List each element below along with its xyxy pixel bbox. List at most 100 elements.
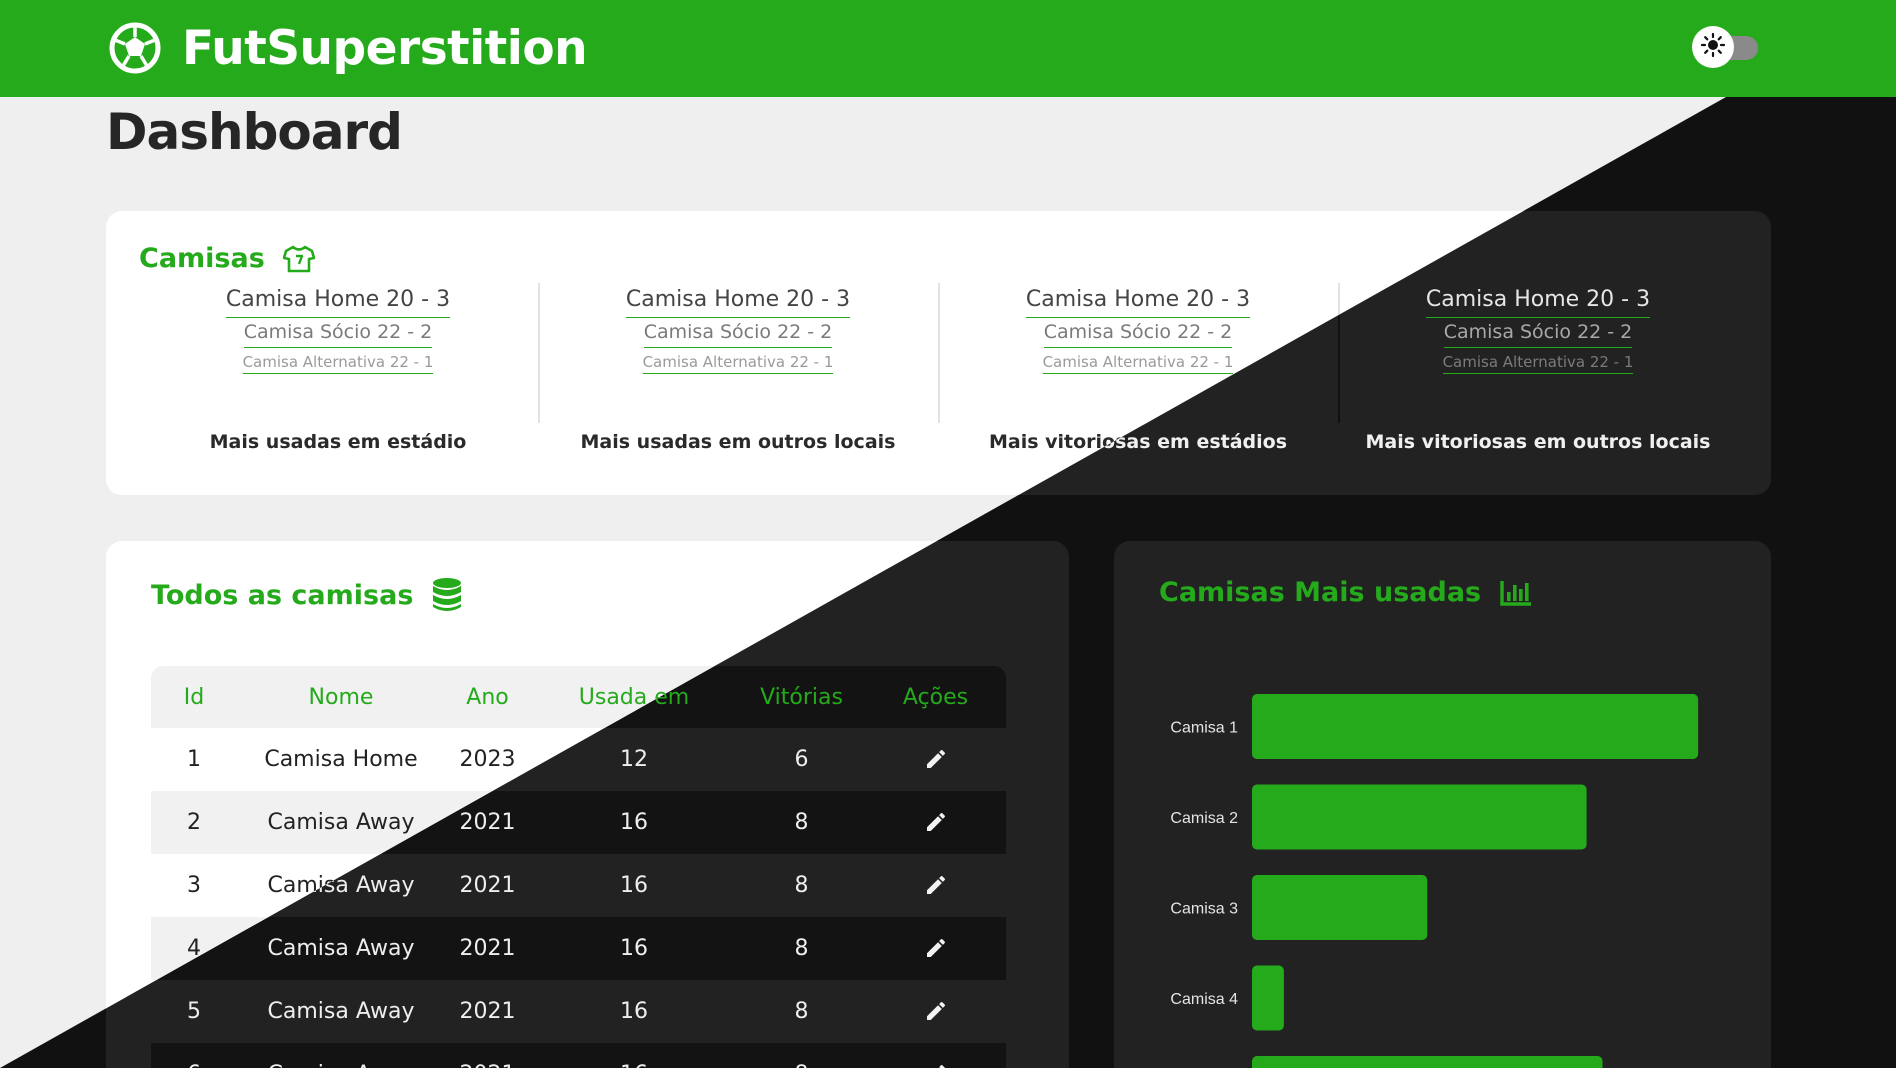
rank-first[interactable]: Camisa Home 20 - 3 [138, 283, 538, 318]
cell-vitorias: 8 [738, 791, 865, 854]
cell-vitorias: 8 [794, 873, 809, 898]
pencil-icon[interactable] [919, 994, 953, 1028]
rank-second[interactable]: Camisa Sócio 22 - 2 [138, 318, 538, 348]
cell-nome: Camisa Away [237, 1043, 445, 1068]
rank-second[interactable]: Camisa Sócio 22 - 2 [1338, 318, 1726, 348]
chart-bar[interactable] [1252, 784, 1587, 850]
pencil-icon[interactable] [919, 931, 953, 965]
most-used-chart-card: Camisas Mais usadas Camisa 1 Camisa 2 Cami… [1114, 541, 1771, 1068]
cell-id: 5 [187, 999, 201, 1024]
rank-first[interactable]: Camisa Home 20 - 3 [1338, 283, 1726, 318]
rank-second[interactable]: Camisa Sócio 22 - 2 [1338, 318, 1738, 348]
chart-bar[interactable] [1252, 875, 1428, 940]
column-header-vitorias[interactable]: Vitórias [738, 666, 865, 728]
table-row: 3 Camisa Away 2021 16 8 [151, 854, 1006, 917]
cell-vitorias: 8 [738, 1043, 865, 1068]
cell-nome: Camisa Away [237, 917, 445, 980]
table-header-row: Id Nome Ano Usada em Vitórias Ações [151, 666, 1006, 728]
app-name: FutSuperstition [182, 20, 588, 76]
cell-id: 1 [187, 747, 201, 772]
cell-usada-em: 16 [620, 999, 648, 1024]
chart-card-title: Camisas Mais usadas [1159, 577, 1533, 608]
cell-vitorias: 6 [794, 747, 809, 772]
rank-third[interactable]: Camisa Alternativa 22 - 1 [1338, 351, 1726, 374]
chart-category-label: Camisa 4 [1170, 991, 1238, 1008]
column-header-vitorias[interactable]: Vitórias [738, 666, 865, 728]
shirts-column-stadium-used: Camisa Home 20 - 3 Camisa Sócio 22 - 2 C… [138, 283, 538, 493]
pencil-icon[interactable] [919, 994, 953, 1028]
rank-third[interactable]: Camisa Alternativa 22 - 1 [538, 351, 938, 374]
cell-vitorias: 6 [794, 747, 809, 772]
chart-bar[interactable] [1252, 965, 1284, 1031]
cell-usada-em: 16 [530, 791, 738, 854]
rank-third[interactable]: Camisa Alternativa 22 - 1 [138, 351, 538, 374]
cell-acoes [865, 1043, 1006, 1068]
pencil-icon[interactable] [919, 805, 953, 839]
rank-first[interactable]: Camisa Home 20 - 3 [938, 283, 1338, 318]
chart-category-label: Camisa 1 [1170, 720, 1238, 737]
brand[interactable]: FutSuperstition [108, 18, 588, 78]
cell-ano: 2021 [445, 917, 530, 980]
chart-bar[interactable] [1252, 694, 1699, 759]
pencil-icon[interactable] [919, 742, 953, 776]
rank-second[interactable]: Camisa Sócio 22 - 2 [938, 318, 1338, 348]
pencil-icon[interactable] [919, 931, 953, 965]
table-row: 6Camisa Away2021168 [151, 1043, 1006, 1068]
cell-ano: 2021 [459, 873, 516, 898]
shirts-column-other-used: Camisa Home 20 - 3 Camisa Sócio 22 - 2 C… [538, 283, 938, 493]
chart-bar[interactable] [1252, 784, 1587, 850]
cell-vitorias: 8 [794, 999, 809, 1024]
cell-acoes [865, 917, 1006, 980]
cell-vitorias: 8 [738, 917, 865, 980]
chart-bar[interactable] [1252, 694, 1699, 759]
rank-third[interactable]: Camisa Alternativa 22 - 1 [938, 351, 1338, 374]
rank-first[interactable]: Camisa Home 20 - 3 [538, 283, 938, 318]
cell-nome: Camisa Away [237, 791, 445, 854]
chart-bar[interactable] [1252, 1056, 1603, 1068]
rank-first[interactable]: Camisa Home 20 - 3 [1338, 283, 1738, 318]
pencil-icon[interactable] [919, 1057, 953, 1068]
bar-chart-icon [1499, 579, 1533, 607]
cell-nome: Camisa Away [237, 917, 445, 980]
shirts-card-title-text: Camisas [139, 243, 265, 274]
chart-bar[interactable] [1252, 1056, 1603, 1068]
rank-second[interactable]: Camisa Sócio 22 - 2 [538, 318, 938, 348]
cell-usada-em: 12 [620, 747, 648, 772]
theme-toggle[interactable] [1692, 24, 1766, 70]
cell-usada-em: 16 [530, 1043, 738, 1068]
pencil-icon[interactable] [919, 1057, 953, 1068]
chart-category-label: Camisa 3 [1170, 901, 1238, 918]
column-header-id[interactable]: Id [151, 666, 237, 728]
column-header-nome[interactable]: Nome [237, 666, 445, 728]
cell-acoes [865, 854, 1006, 917]
table-row: 5 Camisa Away 2021 16 8 [151, 980, 1006, 1043]
cell-id: 6 [151, 1043, 237, 1068]
column-header-usada-em[interactable]: Usada em [530, 666, 738, 728]
cell-ano: 2021 [445, 917, 530, 980]
cell-acoes [865, 854, 1006, 917]
page-title: Dashboard [106, 103, 403, 161]
toggle-knob[interactable] [1692, 26, 1734, 68]
cell-ano: 2023 [459, 747, 516, 772]
pencil-icon[interactable] [919, 868, 953, 902]
cell-usada-em: 16 [620, 999, 648, 1024]
chart-bar[interactable] [1252, 875, 1428, 940]
cell-acoes [865, 980, 1006, 1043]
cell-usada-em: 16 [530, 791, 738, 854]
chart-bar[interactable] [1252, 965, 1284, 1031]
table-row: 1 Camisa Home 2023 12 6 [151, 728, 1006, 791]
column-header-ano[interactable]: Ano [445, 666, 530, 728]
cell-id: 2 [151, 791, 237, 854]
shirt-icon [282, 245, 315, 273]
top-navbar: FutSuperstition [0, 0, 1896, 97]
table-row: 5 Camisa Away 2021 16 8 [151, 980, 1006, 1043]
cell-vitorias: 8 [794, 873, 809, 898]
rank-third[interactable]: Camisa Alternativa 22 - 1 [1338, 351, 1738, 374]
pencil-icon[interactable] [919, 805, 953, 839]
all-shirts-card: Todos as camisas Id Nome Ano Usada em Vi… [106, 541, 1069, 1068]
pencil-icon[interactable] [919, 868, 953, 902]
shirts-column-other-wins: Camisa Home 20 - 3 Camisa Sócio 22 - 2 C… [1338, 283, 1738, 493]
cell-id: 3 [187, 873, 201, 898]
pencil-icon[interactable] [919, 742, 953, 776]
shirts-card-title: Camisas [139, 243, 315, 274]
